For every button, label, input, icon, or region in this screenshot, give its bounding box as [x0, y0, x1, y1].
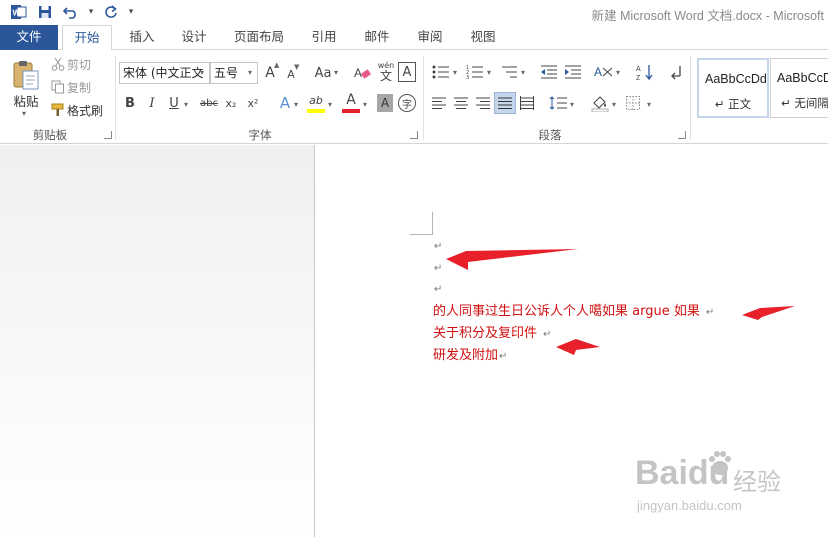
arrow-annotation — [556, 339, 600, 355]
watermark-brand-cn: 经验 — [733, 469, 781, 496]
watermark-url: jingyan.baidu.com — [637, 498, 742, 513]
baidu-watermark: Baidu 经验 jingyan.baidu.com — [635, 448, 785, 520]
paw-icon — [709, 451, 731, 475]
arrow-annotation — [446, 249, 578, 270]
arrow-annotation — [742, 306, 795, 320]
